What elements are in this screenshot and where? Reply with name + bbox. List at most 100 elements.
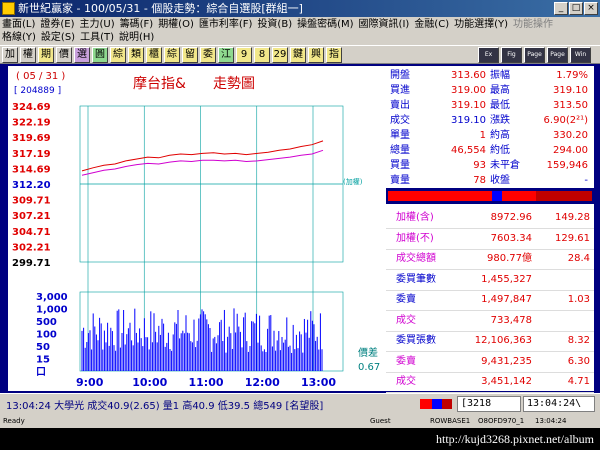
menu-item[interactable]: 功能選擇(Y) [454, 19, 508, 30]
index-value: 3,451,142 [481, 376, 532, 387]
volume-tick-label: 100 [36, 330, 57, 341]
stock-code-input[interactable]: [3218 [457, 396, 521, 412]
toolbar-tool-button[interactable]: Page [547, 47, 568, 63]
status-time: 13:04:24 [535, 417, 567, 425]
toolbar-button[interactable]: 加 [2, 47, 18, 63]
quote-panel: 開盤 313.60 振幅 1.79% 買進 319.00 最高 319.10 賣出 319.10 最… [386, 66, 594, 188]
app-icon [2, 2, 15, 15]
price-tick-label: 322.19 [12, 118, 51, 129]
menu-item[interactable]: 工具(T) [80, 32, 114, 43]
price-tick-label: 317.19 [12, 149, 51, 160]
quote-row: 成交 319.10 漲跌 6.90(2²¹) [386, 113, 594, 128]
quote-row: 賣出 319.10 最低 313.50 [386, 98, 594, 113]
quote-value: 319.10 [451, 100, 486, 111]
time-tick-label: 12:00 [245, 376, 280, 389]
quote-label: 總量 [390, 145, 410, 156]
ticker-text: 13:04:24 大學光 成交40.9(2.65) 量1 高40.9 低39.5… [6, 401, 324, 412]
watermark-url: http://kujd3268.pixnet.net/album [436, 432, 594, 446]
quote-label: 賣出 [390, 100, 410, 111]
chart-title: 摩台指& [133, 75, 186, 92]
price-tick-label: 312.20 [12, 180, 51, 191]
quote-row: 總量 46,554 約低 294.00 [386, 143, 594, 158]
menu-bar: 畫面(L) 證券(E) 主力(U) 籌碼(F) 期權(O) 匯市利率(F) 投資(B) 操盤密… [0, 17, 600, 45]
toolbar-tool-button[interactable]: Fig [501, 47, 522, 63]
maximize-button[interactable]: □ [569, 2, 583, 15]
volume-tick-label: 1,000 [36, 305, 68, 316]
toolbar-button[interactable]: 8 [254, 47, 270, 63]
menu-item-disabled: 功能操作 [513, 19, 554, 30]
quote-row: 買量 93 未平倉 159,946 [386, 158, 594, 173]
price-series-0 [81, 140, 324, 172]
quote-value: 319.10 [451, 115, 486, 126]
toolbar-button[interactable]: 權 [20, 47, 36, 63]
toolbar-button[interactable]: 綜 [164, 47, 180, 63]
quote-value: 159,946 [546, 160, 588, 171]
toolbar-button[interactable]: 鍵 [290, 47, 306, 63]
time-tick-label: 10:00 [132, 376, 167, 389]
menu-item[interactable]: 設定(S) [41, 32, 75, 43]
volume-tick-label: 口 [36, 367, 46, 378]
toolbar-button[interactable]: 9 [236, 47, 252, 63]
price-tick-label: 304.71 [12, 227, 51, 238]
ticker-time: 13:04:24\ [523, 396, 595, 412]
quote-label: 振幅 [490, 70, 510, 81]
price-tick-label: 319.69 [12, 133, 51, 144]
time-tick-label: 13:00 [301, 376, 336, 389]
menu-row-2: 格線(Y) 設定(S) 工具(T) 說明(H) [2, 31, 159, 44]
quote-value: 319.10 [553, 85, 588, 96]
toolbar-button[interactable]: 價 [56, 47, 72, 63]
close-button[interactable]: × [584, 2, 598, 15]
toolbar-tool-button[interactable]: Ex [478, 47, 499, 63]
status-guest: Guest [370, 417, 391, 425]
toolbar-button[interactable]: 選 [74, 47, 90, 63]
minimize-button[interactable]: _ [554, 2, 568, 15]
spread-label: 價差 [358, 346, 378, 359]
menu-item[interactable]: 籌碼(F) [120, 19, 154, 30]
toolbar-button[interactable]: 委 [200, 47, 216, 63]
toolbar-button[interactable]: 江 [218, 47, 234, 63]
quote-label: 約低 [490, 145, 510, 156]
quote-row: 賣量 78 收盤 - [386, 173, 594, 188]
menu-item[interactable]: 主力(U) [80, 19, 115, 30]
quote-value: 330.20 [553, 130, 588, 141]
toolbar-tool-button[interactable]: Win [570, 47, 591, 63]
menu-item[interactable]: 說明(H) [119, 32, 154, 43]
status-bar: Ready Guest ROWBASE1 O8OFD970_1 13:04:24 [0, 414, 600, 428]
volume-plot: 3,000 1,000500 10050 15口 [36, 291, 344, 378]
menu-item[interactable]: 投資(B) [257, 19, 292, 30]
toolbar-button[interactable]: 興 [308, 47, 324, 63]
toolbar-button[interactable]: 留 [182, 47, 198, 63]
quote-value: 1.79% [556, 70, 588, 81]
menu-item[interactable]: 國際資訊(I) [359, 19, 410, 30]
menu-item[interactable]: 金融(C) [414, 19, 449, 30]
menu-item[interactable]: 證券(E) [40, 19, 74, 30]
toolbar-button[interactable]: 櫃 [146, 47, 162, 63]
quote-label: 賣量 [390, 175, 410, 186]
time-tick-label: 9:00 [76, 376, 104, 389]
chart-title-2: 走勢圖 [213, 76, 255, 92]
menu-item[interactable]: 期權(O) [158, 19, 194, 30]
status-id: O8OFD970_1 [478, 417, 525, 425]
menu-item[interactable]: 畫面(L) [2, 19, 35, 30]
index-row: 成交 3,451,142 4.71 [386, 370, 594, 393]
volume-tick-label: 50 [36, 342, 50, 353]
toolbar-button[interactable]: 指 [326, 47, 342, 63]
index-change: 4.71 [567, 376, 590, 387]
menu-item[interactable]: 匯市利率(F) [199, 19, 253, 30]
toolbar-button[interactable]: 期 [38, 47, 54, 63]
menu-item[interactable]: 操盤密碼(M) [297, 19, 353, 30]
quote-label: 收盤 [490, 175, 510, 186]
volume-tick-label: 500 [36, 317, 57, 328]
volume-tick-label: 15 [36, 355, 50, 366]
toolbar-button[interactable]: 29 [272, 47, 288, 63]
toolbar-button[interactable]: 圓 [92, 47, 108, 63]
chart-date: ( 05 / 31 ) [16, 71, 65, 82]
chart-volume-box: [ 204889 ] [14, 86, 61, 96]
toolbar-button[interactable]: 綜 [110, 47, 126, 63]
quote-label: 約高 [490, 130, 510, 141]
menu-item[interactable]: 格線(Y) [2, 32, 36, 43]
quote-value: 313.50 [553, 100, 588, 111]
quote-label: 買進 [390, 85, 410, 96]
toolbar-button[interactable]: 類 [128, 47, 144, 63]
toolbar-tool-button[interactable]: Page [524, 47, 545, 63]
